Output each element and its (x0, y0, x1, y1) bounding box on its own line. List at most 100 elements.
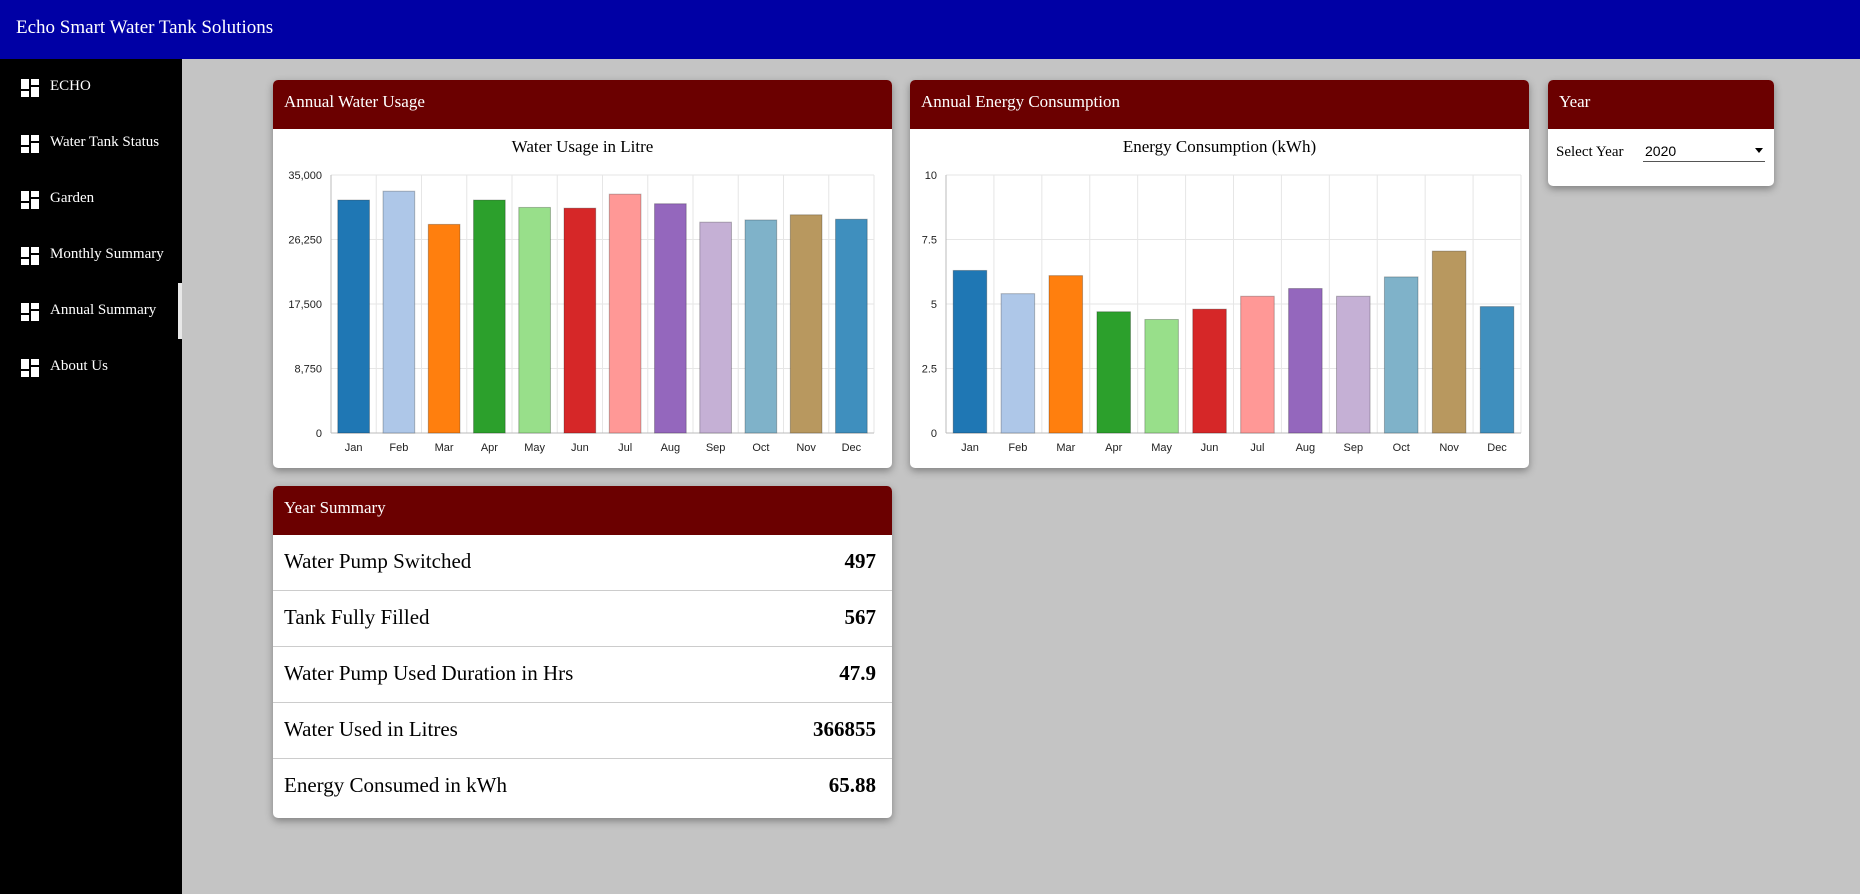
x-tick-label: Oct (1393, 442, 1410, 454)
sidebar-item-label: About Us (50, 358, 108, 374)
bar-feb (382, 190, 416, 434)
dashboard-icon (21, 247, 39, 265)
sidebar-item-label: Garden (50, 190, 95, 206)
y-tick-label: 10 (925, 170, 937, 182)
bar-nov (1431, 250, 1467, 434)
x-tick-label: Sep (1344, 442, 1364, 454)
x-tick-label: Feb (389, 442, 408, 454)
x-tick-label: Jan (345, 442, 363, 454)
bar-dec (1479, 306, 1515, 434)
bar-apr (1096, 311, 1131, 434)
summary-label: Water Used in Litres (284, 717, 458, 741)
bar-jun (563, 207, 597, 434)
summary-value: 497 (844, 549, 877, 573)
y-tick-label: 26,250 (288, 235, 322, 247)
dashboard-icon (21, 135, 39, 153)
bar-feb (1000, 293, 1036, 434)
card-title: Year Summary (273, 486, 892, 535)
top-app-bar: Echo Smart Water Tank Solutions (0, 0, 1860, 59)
x-tick-label: Jul (618, 442, 632, 454)
sidebar-item-label: Annual Summary (50, 302, 157, 318)
bar-sep (699, 221, 732, 434)
selected-year-value: 2020 (1645, 143, 1677, 159)
x-tick-label: Aug (661, 442, 681, 454)
sidebar-item-echo[interactable]: ECHO (0, 59, 182, 115)
sidebar-item-monthly-summary[interactable]: Monthly Summary (0, 227, 182, 283)
bar-aug (654, 203, 687, 434)
sidebar-item-about-us[interactable]: About Us (0, 339, 182, 395)
bar-jul (1240, 295, 1275, 434)
y-tick-label: 0 (316, 428, 322, 440)
x-tick-label: Dec (842, 442, 862, 454)
x-tick-label: Jun (571, 442, 589, 454)
x-tick-label: Oct (752, 442, 769, 454)
x-tick-label: Nov (1439, 442, 1459, 454)
caret-down-icon (1755, 148, 1763, 153)
x-tick-label: Mar (435, 442, 454, 454)
summary-row: Water Pump Used Duration in Hrs 47.9 (273, 647, 892, 703)
sidebar-item-water-tank-status[interactable]: Water Tank Status (0, 115, 182, 171)
bar-sep (1336, 295, 1371, 434)
x-tick-label: Jul (1250, 442, 1264, 454)
chart-title: Energy Consumption (kWh) (1123, 137, 1316, 156)
bar-oct (744, 219, 778, 434)
summary-row: Water Pump Switched 497 (273, 535, 892, 591)
bar-may (518, 206, 551, 434)
summary-row: Energy Consumed in kWh 65.88 (273, 759, 892, 815)
card-title: Year (1548, 80, 1774, 129)
sidebar-item-garden[interactable]: Garden (0, 171, 182, 227)
x-tick-label: Apr (1105, 442, 1122, 454)
summary-row: Tank Fully Filled 567 (273, 591, 892, 647)
year-summary-card: Year Summary Water Pump Switched 497 Tan… (273, 486, 892, 818)
x-tick-label: Dec (1487, 442, 1507, 454)
summary-value: 366855 (813, 717, 876, 741)
bar-jan (337, 199, 370, 434)
chart-title: Water Usage in Litre (512, 137, 654, 156)
bar-apr (473, 199, 506, 434)
x-tick-label: Aug (1296, 442, 1316, 454)
energy-consumption-chart: Energy Consumption (kWh) 0 2.5 5 7.5 10 Jan Feb… (922, 137, 1522, 454)
summary-label: Water Pump Used Duration in Hrs (284, 661, 574, 685)
year-card: Year Select Year 2020 (1548, 80, 1774, 186)
y-tick-label: 2.5 (922, 364, 937, 376)
x-tick-label: Mar (1056, 442, 1075, 454)
bar-oct (1383, 276, 1419, 434)
bar-nov (789, 214, 823, 434)
bar-jun (1192, 308, 1227, 434)
y-tick-label: 17,500 (288, 299, 322, 311)
summary-label: Tank Fully Filled (284, 605, 430, 629)
summary-value: 47.9 (839, 661, 876, 685)
summary-value: 65.88 (828, 773, 876, 797)
bar-jan (952, 269, 988, 434)
summary-row: Water Used in Litres 366855 (273, 703, 892, 759)
sidebar-item-annual-summary[interactable]: Annual Summary (0, 283, 182, 339)
dashboard-icon (21, 359, 39, 377)
sidebar-item-label: Monthly Summary (50, 246, 164, 262)
summary-label: Water Pump Switched (284, 549, 472, 573)
card-title: Annual Energy Consumption (910, 80, 1529, 129)
dashboard-icon (21, 303, 39, 321)
card-title: Annual Water Usage (273, 80, 892, 129)
bar-may (1144, 318, 1179, 434)
y-tick-label: 7.5 (922, 235, 937, 247)
summary-value: 567 (844, 605, 877, 629)
app-title: Echo Smart Water Tank Solutions (16, 17, 274, 38)
sidebar-item-label: Water Tank Status (50, 134, 160, 150)
year-select[interactable]: 2020 (1643, 140, 1765, 162)
water-usage-chart: Water Usage in Litre 0 8,750 17,500 26,250 35… (288, 137, 875, 454)
bar-mar (427, 223, 461, 434)
bar-aug (1288, 288, 1323, 434)
bar-dec (835, 218, 868, 434)
x-tick-label: Jun (1201, 442, 1219, 454)
summary-label: Energy Consumed in kWh (284, 773, 508, 797)
x-tick-label: May (524, 442, 545, 454)
y-tick-label: 5 (931, 299, 937, 311)
bar-jul (608, 193, 642, 434)
x-tick-label: Nov (796, 442, 816, 454)
water-usage-card: Annual Water Usage Water Usage in Litre 0… (273, 80, 892, 468)
x-tick-label: Jan (961, 442, 979, 454)
bar-mar (1048, 275, 1084, 434)
y-tick-label: 35,000 (288, 170, 322, 182)
x-tick-label: Apr (481, 442, 498, 454)
dashboard-icon (21, 79, 39, 97)
